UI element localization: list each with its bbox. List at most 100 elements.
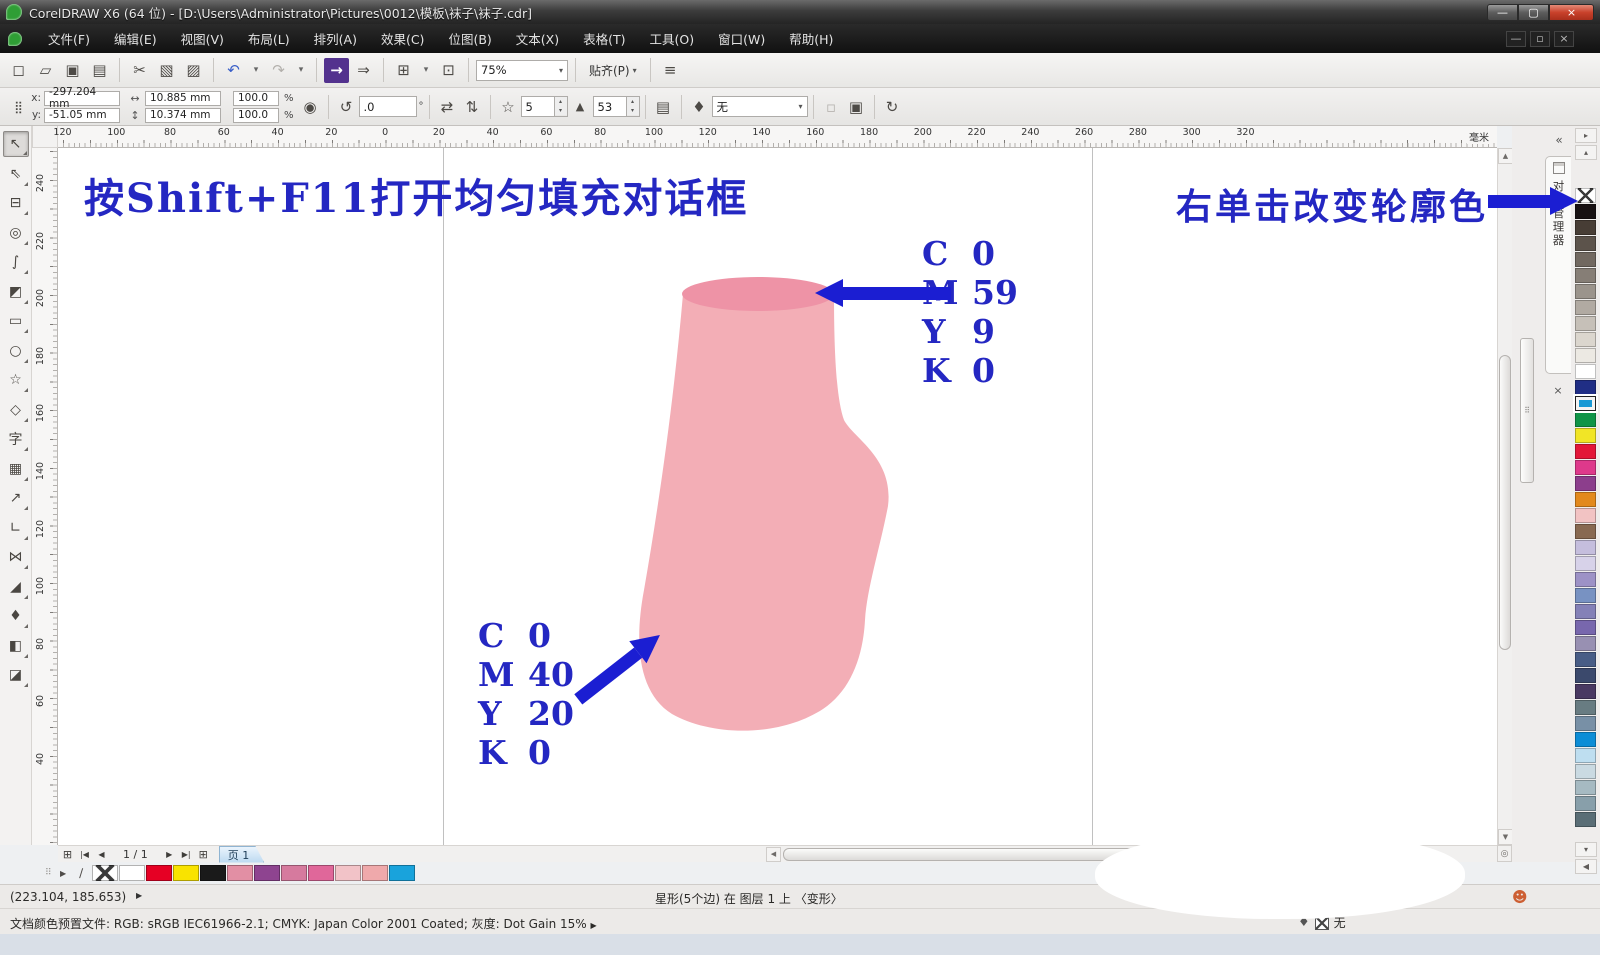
undo-dropdown-icon[interactable]: ▾ (248, 58, 264, 83)
document-color-swatch[interactable] (362, 865, 388, 881)
y-position-field[interactable]: -51.05 mm (44, 108, 120, 123)
text-tool[interactable]: 字 (3, 426, 29, 452)
page-tab[interactable]: 页 1 (219, 846, 265, 863)
print-icon[interactable]: ▤ (87, 58, 112, 83)
color-swatch[interactable] (1575, 796, 1596, 811)
horizontal-ruler[interactable]: 毫米 1201008060402002040608010012014016018… (58, 126, 1497, 148)
vertical-scroll-thumb[interactable] (1499, 355, 1511, 650)
new-icon[interactable]: ◻ (6, 58, 31, 83)
palette-pin-icon[interactable]: ▴ (1575, 145, 1597, 160)
doc-minimize-button[interactable]: — (1506, 31, 1526, 47)
scroll-left-icon[interactable]: ◀ (766, 847, 781, 862)
text-wrap-icon[interactable]: ▤ (651, 94, 676, 119)
next-page-icon[interactable]: ▶ (162, 847, 177, 862)
polygon-tool[interactable]: ☆ (3, 367, 29, 393)
mirror-vertical-icon[interactable]: ⇅ (460, 94, 485, 119)
menu-item[interactable]: 视图(V) (169, 24, 236, 53)
color-swatch[interactable] (1575, 812, 1596, 827)
document-color-swatch[interactable] (146, 865, 172, 881)
paste-icon[interactable]: ▨ (181, 58, 206, 83)
shape-tool[interactable]: ⇖ (3, 161, 29, 187)
vertical-scrollbar[interactable]: ▲ ▼ (1497, 148, 1512, 845)
previous-page-icon[interactable]: ◀ (94, 847, 109, 862)
color-swatch[interactable] (1575, 572, 1596, 587)
scroll-down-icon[interactable]: ▼ (1498, 829, 1513, 845)
snap-to-button[interactable]: 贴齐(P) ▾ (583, 62, 643, 79)
dimension-tool[interactable]: ↗ (3, 485, 29, 511)
add-page-icon[interactable]: ⊞ (60, 847, 75, 862)
menu-item[interactable]: 排列(A) (302, 24, 369, 53)
color-swatch[interactable] (1575, 268, 1596, 283)
menu-item[interactable]: 编辑(E) (102, 24, 169, 53)
color-swatch[interactable] (1575, 732, 1596, 747)
document-color-swatch[interactable] (254, 865, 280, 881)
color-swatch[interactable] (1575, 188, 1596, 203)
palette-scroll-down-icon[interactable]: ▾ (1575, 842, 1597, 857)
color-swatch[interactable] (1575, 204, 1596, 219)
color-swatch[interactable] (1575, 348, 1596, 363)
blend-tool[interactable]: ⋈ (3, 544, 29, 570)
application-launcher-icon[interactable]: ⊞ (391, 58, 416, 83)
convert-to-curves-icon[interactable]: ↻ (880, 94, 905, 119)
import-icon[interactable]: → (324, 58, 349, 83)
cut-icon[interactable]: ✂ (127, 58, 152, 83)
user-account-icon[interactable]: ☻ (1512, 888, 1528, 906)
docker-splitter-grip[interactable]: ⠿ (1520, 338, 1534, 483)
doc-restore-button[interactable]: ▫ (1530, 31, 1550, 47)
color-swatch[interactable] (1575, 412, 1596, 427)
color-swatch[interactable] (1575, 716, 1596, 731)
docker-collapse-icon[interactable]: « (1548, 132, 1570, 148)
eyedropper-icon[interactable]: ∕ (74, 866, 89, 881)
color-swatch[interactable] (1575, 540, 1596, 555)
menu-item[interactable]: 帮助(H) (777, 24, 845, 53)
interactive-fill-tool[interactable]: ◪ (3, 662, 29, 688)
color-swatch[interactable] (1575, 764, 1596, 779)
color-swatch[interactable] (1575, 700, 1596, 715)
color-swatch[interactable] (1575, 524, 1596, 539)
scroll-up-icon[interactable]: ▲ (1498, 148, 1513, 164)
coords-flyout-icon[interactable]: ▶ (136, 891, 142, 900)
spin-up-icon[interactable]: ▴ (627, 97, 639, 106)
minimize-button[interactable]: — (1487, 4, 1518, 21)
document-color-swatch[interactable] (281, 865, 307, 881)
copy-icon[interactable]: ▧ (154, 58, 179, 83)
rotation-angle-field[interactable]: .0 (359, 96, 417, 117)
color-eyedropper-tool[interactable]: ◢ (3, 574, 29, 600)
color-swatch[interactable] (1575, 780, 1596, 795)
document-color-swatch[interactable] (119, 865, 145, 881)
object-width-field[interactable]: 10.885 mm (145, 91, 221, 106)
options-icon[interactable]: ≡ (658, 58, 683, 83)
color-swatch[interactable] (1575, 604, 1596, 619)
vertical-ruler[interactable]: 240220200180160140120100806040 (32, 148, 58, 845)
redo-icon[interactable]: ↷ (266, 58, 291, 83)
open-icon[interactable]: ▱ (33, 58, 58, 83)
zoom-level-select[interactable]: 75% ▾ (476, 60, 568, 81)
spin-down-icon[interactable]: ▾ (627, 106, 639, 115)
document-color-swatch[interactable] (308, 865, 334, 881)
color-swatch[interactable] (1575, 636, 1596, 651)
color-swatch[interactable] (1575, 508, 1596, 523)
outline-width-select[interactable]: 无 ▾ (712, 96, 808, 117)
outline-pen-tool[interactable]: ♦ (3, 603, 29, 629)
menu-item[interactable]: 文件(F) (36, 24, 102, 53)
document-color-swatch[interactable] (173, 865, 199, 881)
star-points-spinner[interactable]: 5 ▴▾ (521, 96, 568, 117)
wrap-paragraph-icon[interactable]: ▫ (819, 94, 844, 119)
color-swatch[interactable] (1575, 380, 1596, 395)
color-swatch[interactable] (1575, 556, 1596, 571)
color-swatch[interactable] (1575, 444, 1596, 459)
color-swatch[interactable] (1575, 300, 1596, 315)
color-swatch[interactable] (1575, 492, 1596, 507)
document-color-swatch[interactable] (200, 865, 226, 881)
crop-tool[interactable]: ⊟ (3, 190, 29, 216)
palette-grip[interactable]: ⠿ (45, 868, 53, 878)
scale-v-field[interactable]: 100.0 (233, 108, 279, 123)
freehand-tool[interactable]: ∫ (3, 249, 29, 275)
object-height-field[interactable]: 10.374 mm (145, 108, 221, 123)
color-swatch[interactable] (1575, 428, 1596, 443)
color-swatch[interactable] (1575, 460, 1596, 475)
maximize-button[interactable]: ▢ (1518, 4, 1549, 21)
redo-dropdown-icon[interactable]: ▾ (293, 58, 309, 83)
spin-down-icon[interactable]: ▾ (555, 106, 567, 115)
document-color-swatch[interactable] (92, 865, 118, 881)
